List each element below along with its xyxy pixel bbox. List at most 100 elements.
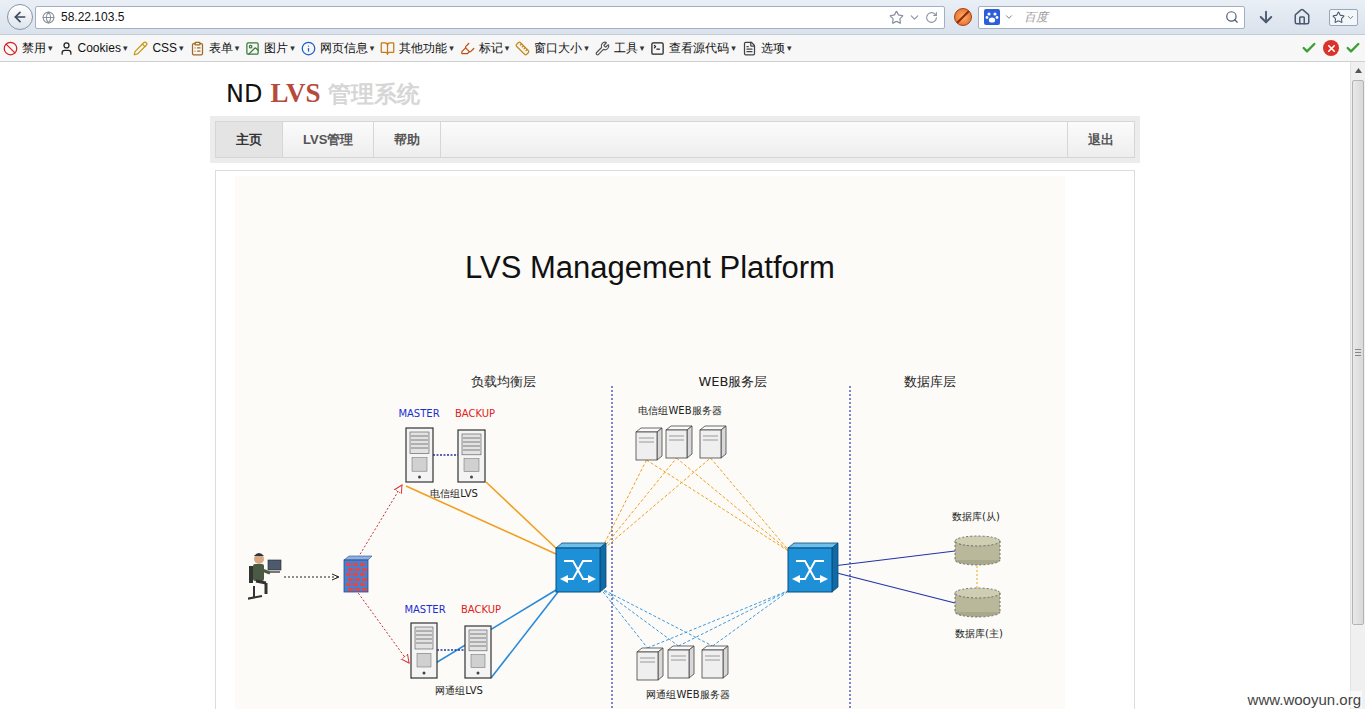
toolbar-menu[interactable]: 窗口大小▾: [515, 40, 589, 57]
lvs-role-label: MASTER: [404, 604, 445, 615]
dropdown-mark: ▾: [123, 43, 128, 53]
logout-button[interactable]: 退出: [1067, 122, 1134, 157]
page-content: NDLVS管理系统主页LVS管理帮助退出LVS Management Platf…: [0, 62, 1350, 709]
dropdown-mark: ▾: [290, 43, 295, 53]
toolbar-menu[interactable]: 表单▾: [190, 40, 240, 57]
chevron-down-icon[interactable]: [908, 11, 921, 24]
terminal-icon: [650, 41, 665, 56]
dropdown-mark: ▾: [449, 43, 454, 53]
toolbar-menu[interactable]: 其他功能▾: [380, 40, 454, 57]
page-viewport: NDLVS管理系统主页LVS管理帮助退出LVS Management Platf…: [0, 62, 1365, 709]
client-link: [284, 577, 339, 578]
search-icon[interactable]: [1225, 10, 1239, 24]
lvs-group-label: 电信组LVS: [430, 488, 478, 499]
web-group: 电信组WEB服务器: [600, 405, 790, 552]
database-icon: [955, 536, 1000, 565]
web-server-icon: [668, 646, 694, 678]
chevron-down-icon: [1346, 13, 1355, 22]
user-at-computer-icon: [248, 553, 281, 599]
check-icon: [1345, 40, 1361, 56]
user-icon: [59, 41, 74, 56]
web-server-icon: [700, 426, 726, 458]
info-icon: [301, 41, 316, 56]
nav-item[interactable]: 主页: [216, 122, 283, 157]
toolbar-menu[interactable]: 网页信息▾: [301, 40, 375, 57]
lvs-server-icon: [465, 626, 491, 678]
toolbar-menu[interactable]: 禁用▾: [3, 40, 53, 57]
lvs-switch-icon: [556, 543, 606, 592]
web-server-icon: [637, 648, 663, 680]
site-nav-frame: 主页LVS管理帮助 退出: [210, 116, 1140, 163]
layer-label: 数据库层: [904, 374, 956, 389]
dropdown-mark: ▾: [48, 43, 53, 53]
network-diagram: 负载均衡层 WEB服务层 数据库层 MASTER BACKUP 电信组LVS MASTER B…: [248, 370, 1003, 709]
triangle-up-icon: [1355, 68, 1362, 73]
scroll-up-button[interactable]: [1351, 62, 1365, 78]
lvs-server-icon: [411, 623, 437, 678]
site-logo: NDLVS管理系统: [210, 78, 1140, 110]
book-icon: [380, 41, 395, 56]
lvs-role-label: BACKUP: [461, 604, 501, 615]
lvs-role-label: BACKUP: [455, 408, 495, 419]
nav-item[interactable]: LVS管理: [283, 122, 374, 157]
database-icon: [955, 588, 1000, 617]
chevron-down-icon[interactable]: [1004, 12, 1014, 22]
document-icon: [742, 41, 757, 56]
reload-icon[interactable]: [925, 11, 938, 24]
lvs-server-icon: [458, 430, 485, 482]
content-panel: LVS Management Platform 负载均衡层 WEB服务层 数据库层 MA…: [215, 170, 1135, 709]
toolbar-menu[interactable]: 选项▾: [742, 40, 792, 57]
wrench-icon: [595, 41, 610, 56]
navigation-bar: 58.22.103.5 百度: [0, 0, 1365, 35]
dropdown-mark: ▾: [505, 43, 510, 53]
database-link: [833, 551, 955, 566]
lvs-role-label: MASTER: [398, 408, 439, 419]
toolbar-menu[interactable]: CSS▾: [133, 41, 183, 56]
back-button[interactable]: [7, 4, 33, 30]
noscript-icon[interactable]: [954, 8, 972, 26]
toolbar-menu[interactable]: Cookies▾: [59, 41, 128, 56]
address-field[interactable]: 58.22.103.5: [35, 6, 945, 29]
lvs-group-label: 网通组LVS: [435, 685, 483, 696]
pencil-icon: [133, 41, 148, 56]
layer-label: 负载均衡层: [471, 374, 536, 389]
scroll-thumb[interactable]: [1352, 80, 1364, 625]
toolbar-menu[interactable]: 查看源代码▾: [650, 40, 736, 57]
bookmark-star-icon: [1332, 11, 1345, 24]
dropdown-mark: ▾: [731, 43, 736, 53]
vertical-scrollbar[interactable]: [1350, 62, 1365, 709]
search-field[interactable]: 百度: [978, 6, 1245, 29]
ruler-icon: [515, 41, 530, 56]
page-container: NDLVS管理系统主页LVS管理帮助退出LVS Management Platf…: [210, 78, 1140, 709]
platform-banner: LVS Management Platform 负载均衡层 WEB服务层 数据库层 MA…: [235, 176, 1065, 709]
dropdown-mark: ▾: [235, 43, 240, 53]
check-icon: [1301, 40, 1317, 56]
web-server-icon: [702, 646, 728, 678]
banner-title: LVS Management Platform: [465, 249, 835, 287]
web-group-label: 网通组WEB服务器: [646, 689, 729, 700]
toolbar-menu[interactable]: 工具▾: [595, 40, 645, 57]
nav-item[interactable]: 帮助: [374, 122, 441, 157]
bookmarks-button[interactable]: [1329, 9, 1358, 26]
error-icon: [1323, 40, 1339, 56]
home-icon[interactable]: [1293, 8, 1311, 26]
star-icon[interactable]: [889, 10, 904, 25]
web-group: 网通组WEB服务器: [600, 588, 790, 700]
developer-toolbar: 禁用▾ Cookies▾ CSS▾ 表单▾ 图片▾ 网页信息▾ 其他功能▾ 标记▾ 窗口大小▾ 工…: [0, 35, 1365, 62]
layer-label: WEB服务层: [699, 374, 768, 389]
database: 数据库(从): [952, 511, 1000, 565]
toolbar-menu[interactable]: 标记▾: [460, 40, 510, 57]
baidu-paw-icon: [984, 9, 1000, 25]
database-label: 数据库(从): [952, 511, 1000, 522]
database: 数据库(主): [955, 588, 1003, 639]
highlighter-icon: [460, 41, 475, 56]
dropdown-mark: ▾: [787, 43, 792, 53]
database-link: [833, 572, 955, 603]
dropdown-mark: ▾: [640, 43, 645, 53]
lvs-server-icon: [406, 428, 433, 482]
toolbar-menu[interactable]: 图片▾: [245, 40, 295, 57]
db-switch-icon: [788, 543, 838, 592]
browser-window: 58.22.103.5 百度禁用▾ Cookies▾ CSS▾ 表单▾ 图片▾ 网页信息▾ 其…: [0, 0, 1365, 709]
lvs-group: MASTER BACKUP 网通组LVS: [356, 590, 558, 696]
download-icon[interactable]: [1257, 8, 1275, 26]
